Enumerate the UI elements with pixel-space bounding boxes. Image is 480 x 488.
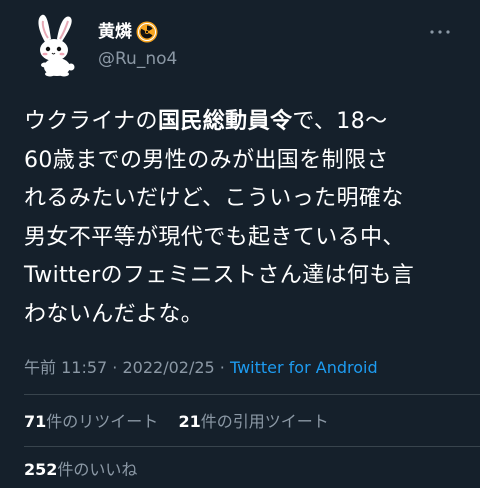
avatar[interactable] — [28, 12, 88, 78]
tweet-line: わないんだよな。 — [24, 301, 204, 327]
more-horizontal-icon — [430, 30, 450, 34]
tweet-meta: 午前 11:57 · 2022/02/25 · Twitter for Andr… — [24, 356, 378, 380]
meta-separator: · — [214, 358, 230, 377]
retweet-stats-row: 71件のリツイート 21件の引用ツイート — [24, 410, 329, 434]
handle[interactable]: @Ru_no4 — [98, 48, 177, 70]
quotes-count: 21 — [178, 412, 201, 431]
retweets-count: 71 — [24, 412, 47, 431]
tweet-time[interactable]: 午前 11:57 — [24, 358, 107, 377]
tweet-date[interactable]: 2022/02/25 — [122, 358, 214, 377]
quotes-link[interactable]: 21件の引用ツイート — [178, 412, 328, 431]
tweet-text-segment: ウクライナの — [24, 109, 158, 134]
meta-separator: · — [107, 358, 123, 377]
author-name-row[interactable]: 黄燐 — [98, 20, 158, 44]
tweet-detail: 黄燐 @Ru_no4 ウクライナの国民総動員令で、18〜 60歳までの男性のみが… — [0, 0, 480, 488]
tweet-text: ウクライナの国民総動員令で、18〜 60歳までの男性のみが出国を制限さ れるみた… — [24, 103, 462, 334]
tweet-bold-text: 国民総動員令 — [157, 109, 293, 134]
tweet-source-link[interactable]: Twitter for Android — [230, 358, 378, 377]
tweet-line: 男女不平等が現代でも起きている中、 — [24, 224, 405, 250]
tweet-line: ウクライナの国民総動員令で、18〜 — [24, 103, 462, 142]
radiation-icon — [136, 21, 158, 43]
tweet-line: 60歳までの男性のみが出国を制限さ — [24, 147, 389, 173]
likes-label: 件のいいね — [57, 460, 138, 479]
divider — [24, 446, 480, 447]
likes-count: 252 — [24, 460, 58, 479]
tweet-line: れるみたいだけど、こういった明確な — [24, 186, 404, 211]
retweets-link[interactable]: 71件のリツイート — [24, 412, 158, 431]
rabbit-avatar-icon — [38, 14, 75, 77]
retweets-label: 件のリツイート — [46, 412, 159, 431]
likes-stats-row: 252件のいいね — [24, 458, 137, 482]
divider — [24, 394, 480, 395]
quotes-label: 件の引用ツイート — [200, 412, 329, 431]
tweet-line: Twitterのフェミニストさん達は何も言 — [24, 263, 415, 288]
display-name[interactable]: 黄燐 — [98, 20, 132, 44]
likes-link[interactable]: 252件のいいね — [24, 460, 137, 479]
tweet-text-segment: で、18〜 — [292, 109, 388, 134]
more-button[interactable] — [428, 24, 452, 40]
